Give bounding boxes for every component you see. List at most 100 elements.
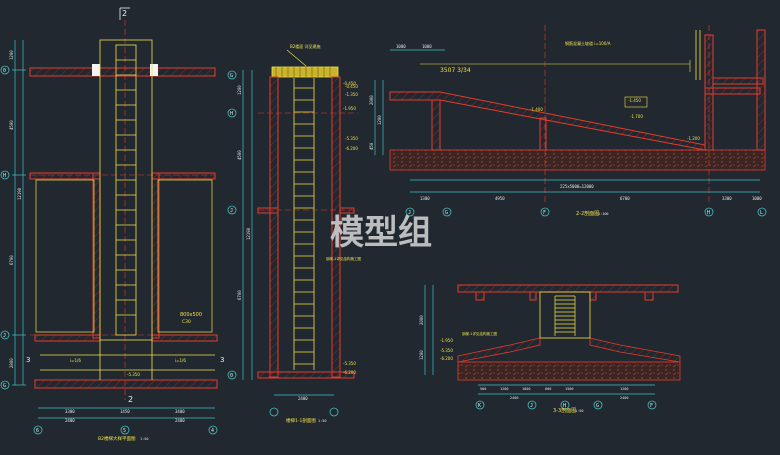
- plan-axis-2: J: [3, 333, 6, 339]
- plan-dim-2: 4500: [9, 120, 14, 130]
- s1-axis-2: H: [230, 111, 233, 117]
- plan-scale: 1:50: [140, 437, 148, 441]
- plan-column-right: [150, 64, 158, 76]
- s1-dim-4: 6700: [237, 290, 242, 300]
- s1-level-4: -6.200: [343, 370, 356, 375]
- s1-level-3: -5.350: [343, 361, 356, 366]
- s2-bdim-3: 6700: [620, 196, 630, 201]
- plan-level-2: i=1/6: [70, 358, 81, 363]
- s2-topdim-2: 1000: [422, 44, 432, 49]
- s1-axis-3: J: [230, 208, 233, 214]
- plan-dim-5: 2800: [9, 358, 14, 368]
- plan-section-mark-bottom: 2: [128, 395, 133, 404]
- s2-bdim-4: 3300: [722, 196, 732, 201]
- s1-scale: 1:50: [318, 419, 326, 423]
- s3-ladder-rungs: [554, 295, 576, 336]
- watermark-text: 模型组: [330, 213, 432, 253]
- s2-bdim-1: 1300: [420, 196, 430, 201]
- plan-bdim-1: 3300: [65, 409, 75, 414]
- s2-bdim-5: 1000: [752, 196, 762, 201]
- s3-axis-4: G: [596, 403, 599, 409]
- s3-scale: 1:50: [575, 409, 583, 413]
- s2-level-8: -1.200: [687, 136, 700, 141]
- s2-level-1: -0.450: [345, 84, 358, 89]
- s3-note: 钢梯-1详见结构施工图: [462, 331, 497, 336]
- plan-dim-3: 12190: [17, 187, 22, 200]
- s2-ldim-1: 2000: [369, 95, 374, 105]
- s1-axis-1: G: [230, 73, 233, 79]
- plan-dim-4: 6700: [9, 255, 14, 265]
- s2-topdim-1: 1000: [396, 44, 406, 49]
- section1-left-dimensions: [242, 70, 253, 380]
- s1-top-note: B2楼面 详见建施: [290, 43, 321, 49]
- s3-title: 3-3剖面图: [553, 407, 576, 414]
- s1-level-2: -1.950: [343, 106, 356, 111]
- plan-note: 800x500: [180, 312, 202, 318]
- plan-dim-1: 1200: [9, 50, 14, 60]
- s3-bdim-4: 600: [545, 387, 551, 391]
- s2-level-5: -1.400: [530, 107, 543, 112]
- plan-baxis-1: 6: [36, 428, 39, 434]
- s1-side-note: 钢梯-1详见结构施工图: [326, 256, 361, 261]
- s2-bdim-2: 4950: [495, 196, 505, 201]
- plan-bdim-2: 1450: [120, 409, 130, 414]
- s2-level-4: -1.700: [630, 114, 643, 119]
- s3-left-dimensions: [424, 285, 434, 375]
- s2-level-2: -1.350: [345, 92, 358, 97]
- s2-ldim-2: 1200: [377, 115, 382, 125]
- s3-right-ramp: [589, 337, 681, 363]
- s3-bdim-3: 1800: [522, 387, 530, 391]
- s1-title: 楼梯1-1剖面图: [286, 417, 316, 424]
- s2-axis-4: H: [707, 210, 710, 216]
- plan-left-dimensions: [12, 40, 26, 386]
- s2-axis-2: G: [445, 210, 448, 216]
- s3-axis-5: F: [650, 403, 653, 409]
- plan-axis-3: G: [3, 383, 6, 389]
- s3-ladder-frame: [539, 291, 591, 339]
- section1-bottom-axes: [269, 407, 339, 417]
- plan-axis-0: 0: [3, 68, 6, 74]
- plan-level-3: i=1/6: [175, 358, 186, 363]
- s2-bdim-total: 225x5000=12000: [560, 184, 594, 189]
- plan-bdim-5: 2400: [175, 418, 185, 423]
- s1-dim-2: 4500: [237, 150, 242, 160]
- plan-level-1: -5.350: [127, 372, 140, 377]
- s3-ground: [457, 361, 681, 381]
- plan-baxis-3: 4: [211, 428, 214, 434]
- s2-columns: [431, 29, 766, 151]
- s2-level-7: -6.200: [345, 146, 358, 151]
- ramp-section-2: 1000 1000 钢筋混凝土坡道 i=100/A 3507 3/34 2000…: [345, 25, 767, 217]
- plan-stair-run: [40, 39, 215, 380]
- plan-bdim-4: 2400: [65, 418, 75, 423]
- s3-axis-2: J: [530, 403, 533, 409]
- s3-bdim-6: 1200: [620, 387, 628, 391]
- plan-yellow-outline: [35, 179, 213, 333]
- s1-axis-4: 0: [230, 373, 233, 379]
- stair-plan-view: 1200 4500 12190 6700 2800 0 H J G 2 2 3 …: [0, 7, 224, 442]
- s2-title: 2-2剖面图: [576, 210, 599, 217]
- s2-scale: 1:100: [598, 212, 609, 216]
- section1-grid-axes: [227, 70, 237, 380]
- s3-level-1: -1.950: [440, 338, 453, 343]
- s2-axis-5: L: [760, 210, 763, 216]
- s2-top-note: 钢筋混凝土坡道 i=100/A: [565, 40, 611, 46]
- stair-section-3: 2000 1200 -1.950 -5.350 -6.200 钢梯-1详见结构施…: [419, 284, 681, 414]
- plan-section-mark-left: 3: [26, 356, 30, 364]
- plan-section-mark-top: 2: [122, 9, 127, 18]
- s3-level-2: -5.350: [440, 348, 453, 353]
- s3-bdim-5: 1500: [565, 387, 573, 391]
- plan-section-mark-right: 3: [220, 356, 224, 364]
- s3-level-3: -6.200: [440, 356, 453, 361]
- s3-left-ramp: [457, 337, 541, 363]
- s2-level-6: -5.350: [345, 136, 358, 141]
- plan-column-left: [92, 64, 100, 76]
- section1-ladder: [293, 78, 315, 370]
- plan-note-2: C30: [182, 319, 191, 325]
- s3-bdim-2: 1200: [500, 387, 508, 391]
- s2-slope-note: 3507 3/34: [440, 67, 471, 74]
- s3-bdim-7: 2400: [510, 396, 518, 400]
- s3-ldim-1: 2000: [419, 315, 424, 325]
- s1-dim-3: 12190: [246, 227, 251, 240]
- s2-ldim-3: 450: [369, 142, 374, 150]
- cad-drawing-canvas[interactable]: 1200 4500 12190 6700 2800 0 H J G 2 2 3 …: [0, 0, 780, 455]
